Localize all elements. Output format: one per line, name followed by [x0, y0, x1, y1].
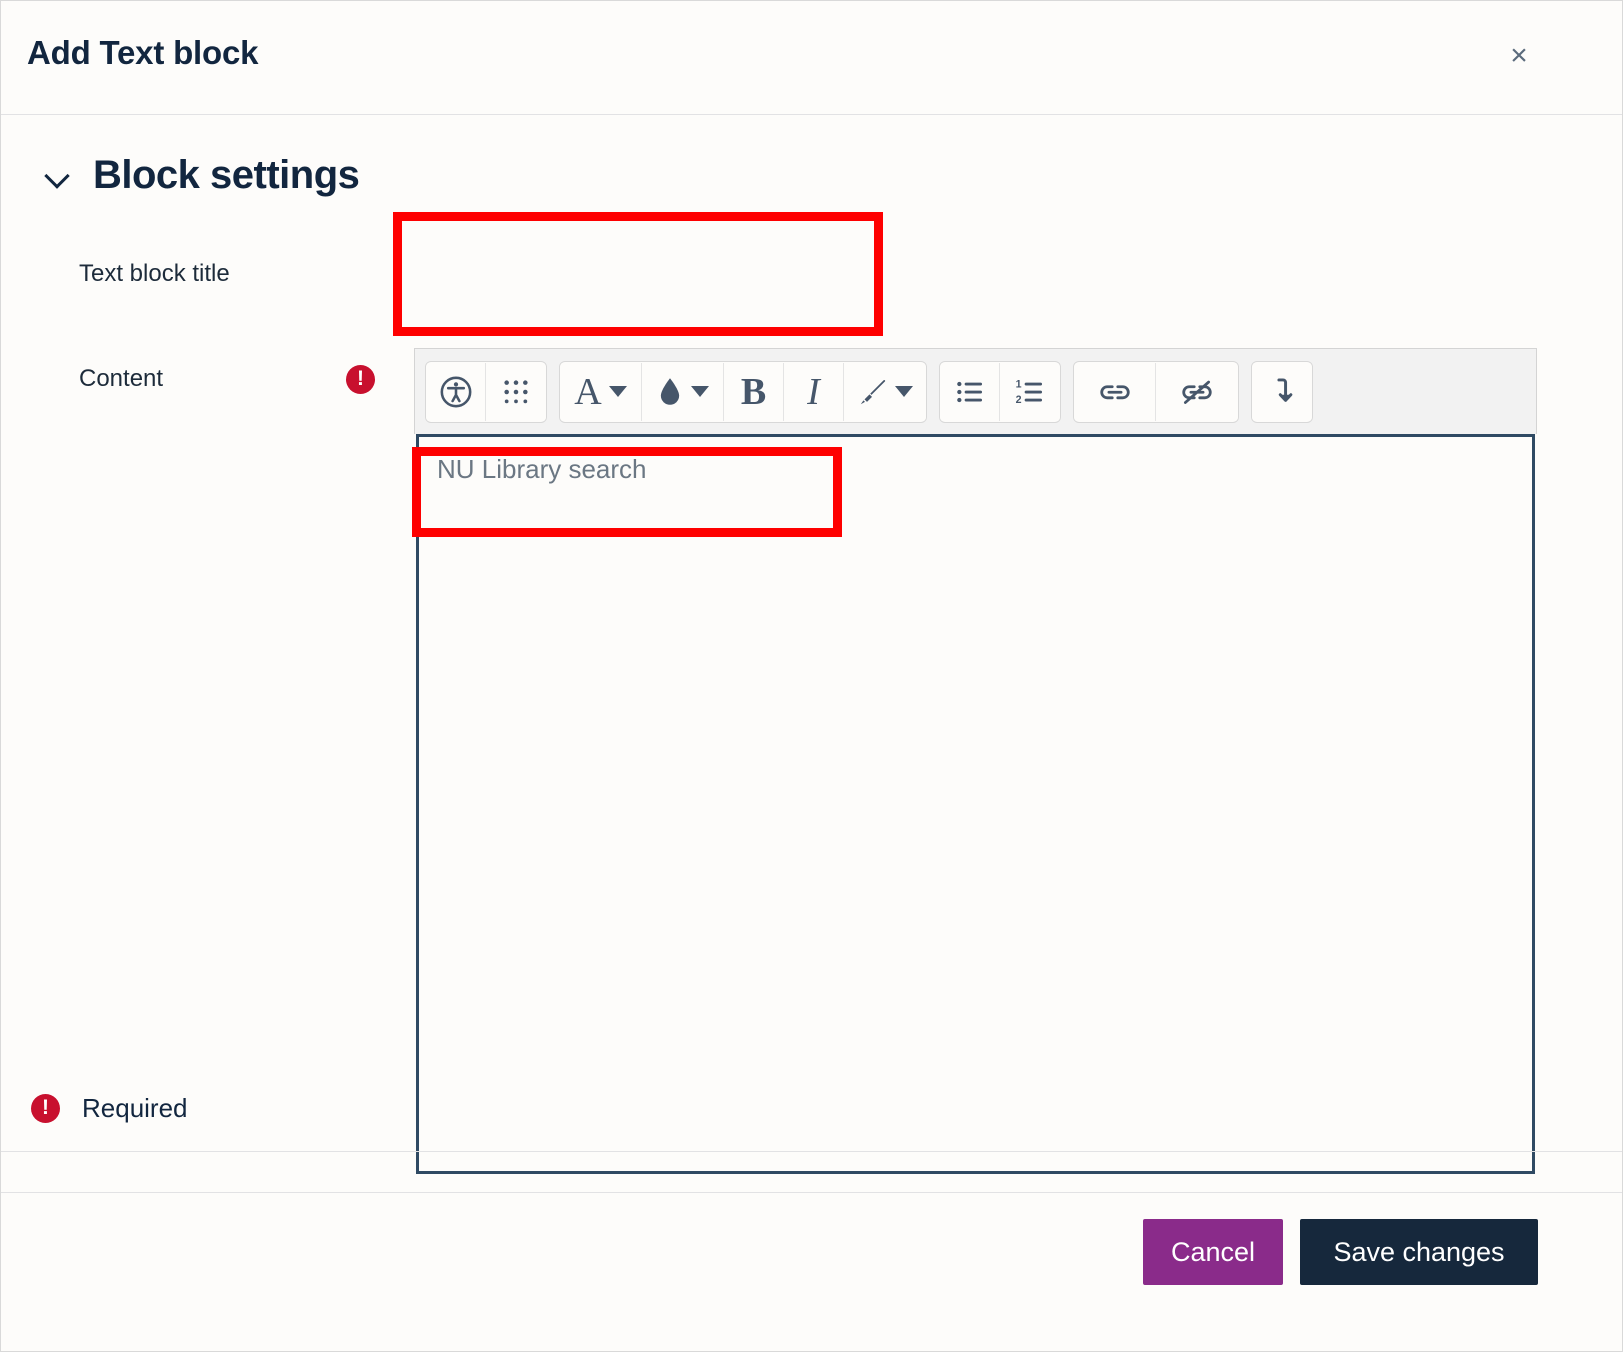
required-label: Required	[82, 1093, 188, 1123]
special-character-icon[interactable]	[486, 362, 546, 421]
background-color-icon[interactable]	[642, 362, 724, 421]
add-text-block-modal: Add Text block × Block settings Text blo…	[0, 0, 1623, 1352]
modal-header: Add Text block ×	[1, 1, 1622, 115]
text-block-title-label: Text block title	[79, 260, 230, 287]
section-heading: Block settings	[93, 153, 360, 197]
toolbar-group-lists: 1 2	[939, 360, 1061, 423]
chevron-down-icon	[608, 386, 627, 397]
bold-icon[interactable]: B	[724, 362, 784, 421]
close-icon[interactable]: ×	[1502, 39, 1536, 73]
content-label: Content	[79, 365, 164, 392]
clear-formatting-icon[interactable]	[844, 362, 926, 421]
show-more-buttons-icon[interactable]	[1252, 362, 1312, 421]
svg-text:1: 1	[1016, 378, 1022, 390]
font-color-icon[interactable]: A	[560, 362, 642, 421]
exclamation-circle-icon: !	[346, 365, 375, 394]
bold-glyph: B	[740, 370, 767, 413]
italic-glyph: I	[807, 370, 820, 413]
content-editor-textarea[interactable]	[416, 434, 1535, 1174]
modal-footer: Cancel Save changes	[1, 1192, 1622, 1351]
toolbar-group-formatting: A B I	[559, 360, 927, 423]
chevron-down-icon	[691, 386, 709, 397]
content-required-badge: !	[346, 365, 375, 394]
unlink-icon[interactable]	[1156, 362, 1238, 421]
required-footnote: ! Required	[31, 1093, 188, 1124]
bulleted-list-icon[interactable]	[940, 362, 1000, 421]
exclamation-circle-icon: !	[31, 1094, 60, 1123]
font-color-glyph: A	[574, 370, 602, 413]
divider	[1, 1151, 1622, 1152]
accessibility-checker-icon[interactable]	[426, 362, 486, 421]
cancel-button[interactable]: Cancel	[1143, 1219, 1283, 1285]
link-icon[interactable]	[1074, 362, 1156, 421]
toolbar-group-more	[1251, 360, 1313, 423]
svg-text:2: 2	[1016, 394, 1022, 406]
chevron-down-icon[interactable]	[45, 163, 71, 189]
toolbar-group-tools	[425, 360, 547, 423]
chevron-down-icon	[894, 386, 913, 397]
save-changes-button[interactable]: Save changes	[1300, 1219, 1538, 1285]
block-settings-section-toggle[interactable]: Block settings	[45, 153, 360, 198]
toolbar-group-links	[1073, 360, 1239, 423]
content-editor: A B I 1 2 NU Library search	[414, 348, 1537, 1177]
page-title: Add Text block	[27, 34, 259, 71]
editor-toolbar: A B I 1 2	[414, 348, 1537, 434]
modal-body: Block settings Text block title Content …	[1, 115, 1622, 1192]
numbered-list-icon[interactable]: 1 2	[1000, 362, 1060, 421]
italic-icon[interactable]: I	[784, 362, 844, 421]
